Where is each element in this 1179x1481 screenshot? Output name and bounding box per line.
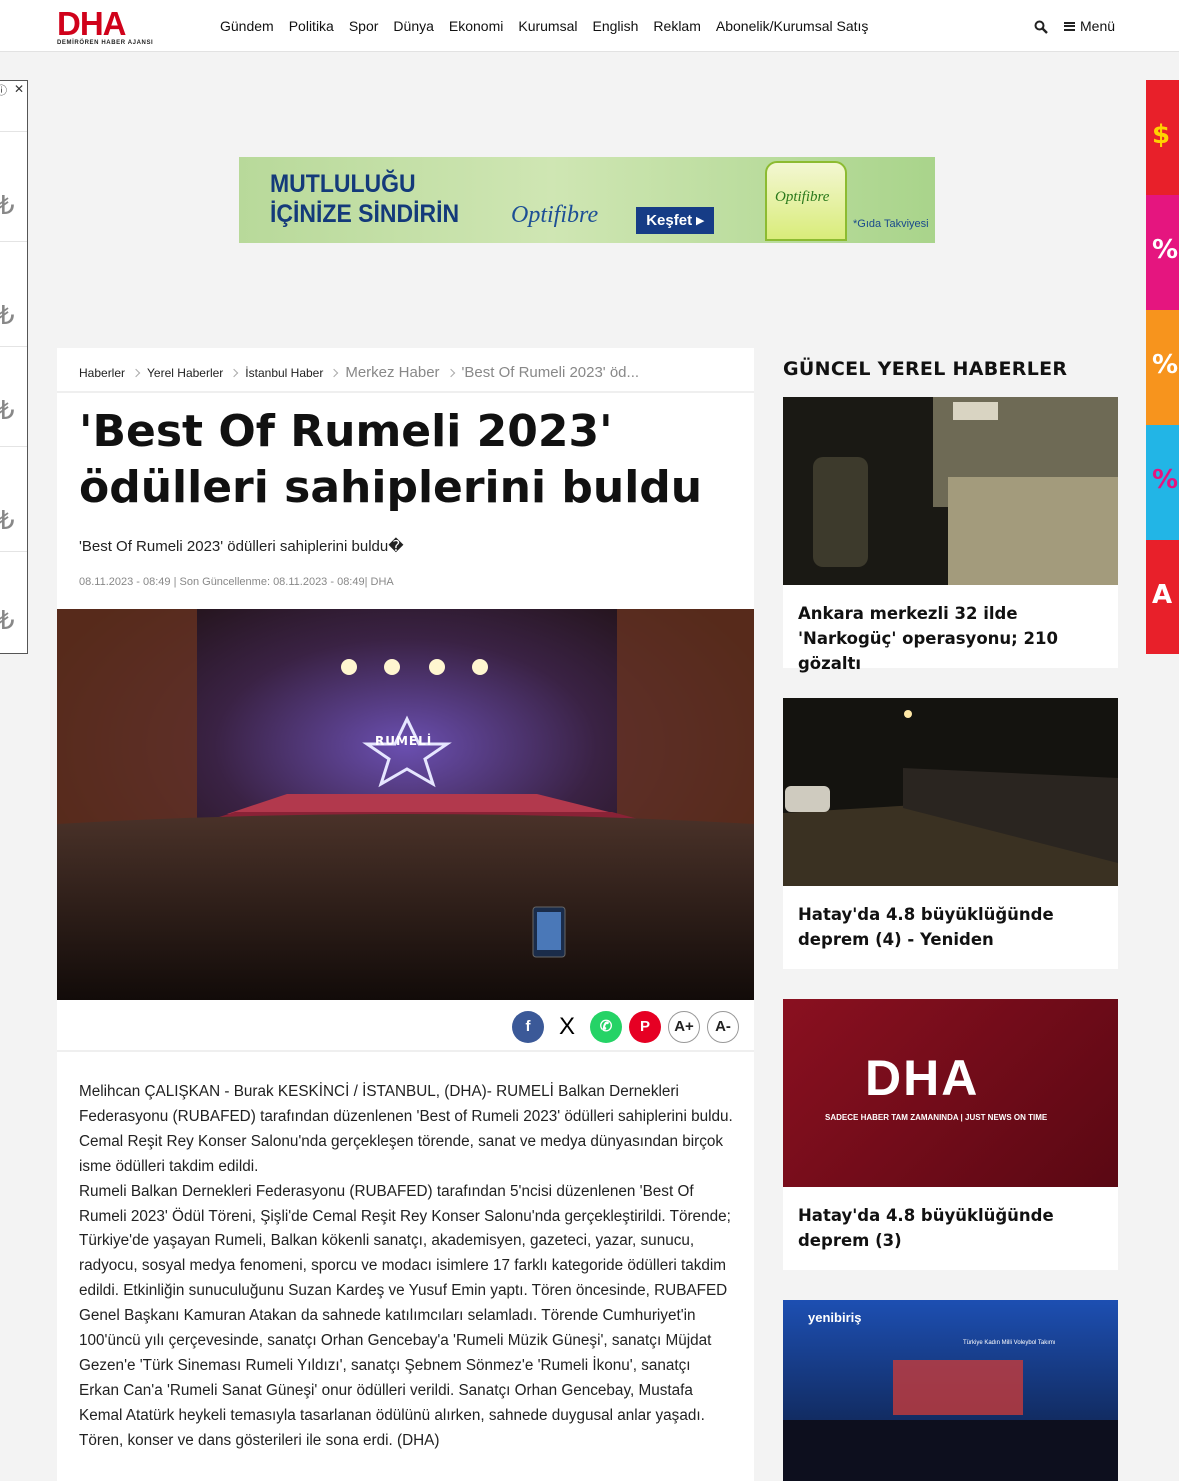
news-thumbnail xyxy=(783,397,1118,585)
banner-cta-button[interactable]: Keşfet ▸ xyxy=(636,207,714,234)
chevron-right-icon xyxy=(446,368,455,377)
nav-reklam[interactable]: Reklam xyxy=(653,18,700,34)
whatsapp-share-icon[interactable]: ✆ xyxy=(590,1011,622,1043)
ad-divider xyxy=(0,131,27,132)
font-decrease-icon[interactable]: A- xyxy=(707,1011,739,1043)
banner-brand: Optifibre xyxy=(511,202,599,228)
search-icon[interactable] xyxy=(1034,19,1050,35)
logo-subtitle: DEMİRÖREN HABER AJANSI xyxy=(57,40,154,46)
banner-note: *Gıda Takviyesi xyxy=(853,218,929,230)
menu-button[interactable]: Menü xyxy=(1064,18,1115,34)
article-meta: 08.11.2023 - 08:49 | Son Güncellenme: 08… xyxy=(79,576,394,588)
nav-gundem[interactable]: Gündem xyxy=(220,18,274,34)
sidebar-heading: GÜNCEL YEREL HABERLER xyxy=(783,358,1068,380)
news-thumbnail: yenibiriş Türkiye Kadın Milli Voleybol T… xyxy=(783,1300,1118,1481)
top-header: DHA DEMİRÖREN HABER AJANSI Gündem Politi… xyxy=(0,0,1179,52)
menu-label: Menü xyxy=(1080,18,1116,34)
pinterest-share-icon[interactable]: P xyxy=(629,1011,661,1043)
ad-divider xyxy=(0,346,27,347)
sidebar-news-item[interactable]: Ankara merkezli 32 ilde 'Narkogüç' opera… xyxy=(783,397,1118,673)
dha-thumbnail-logo: DHA xyxy=(865,1050,980,1106)
ad-info-icon[interactable]: ⓘ xyxy=(0,82,7,98)
lira-icon: ₺ xyxy=(0,191,15,220)
banner-headline-line-2: İÇİNİZE SİNDİRİN xyxy=(270,200,460,228)
ad-divider xyxy=(0,446,27,447)
banner-headline-line-1: MUTLULUĞU xyxy=(270,170,416,198)
news-thumbnail xyxy=(783,698,1118,886)
article-paragraph: Rumeli Balkan Dernekleri Federasyonu (RU… xyxy=(79,1182,731,1449)
article-title: 'Best Of Rumeli 2023' ödülleri sahipleri… xyxy=(79,406,703,513)
banner-headline: MUTLULUĞU İÇİNİZE SİNDİRİN xyxy=(270,169,459,229)
left-skyscraper-ad[interactable]: ⓘ ✕ ₺ ₺ ₺ ₺ ₺ xyxy=(0,80,28,654)
article-spot: 'Best Of Rumeli 2023' ödülleri sahipleri… xyxy=(79,538,404,555)
font-increase-icon[interactable]: A+ xyxy=(668,1011,700,1043)
share-divider xyxy=(57,1050,754,1052)
ad-divider xyxy=(0,551,27,552)
share-bar: f X ✆ P A+ A- xyxy=(512,1011,739,1043)
hamburger-icon xyxy=(1064,21,1075,31)
breadcrumb-current: 'Best Of Rumeli 2023' öd... xyxy=(461,364,640,381)
ad-tile: $ xyxy=(1146,80,1179,195)
nav-abonelik[interactable]: Abonelik/Kurumsal Satış xyxy=(716,18,869,34)
chevron-right-icon xyxy=(131,368,141,377)
breadcrumb-merkez[interactable]: Merkez Haber xyxy=(345,364,439,381)
product-jar-image: Optifibre xyxy=(765,161,847,241)
lira-icon: ₺ xyxy=(0,301,15,330)
news-title: Hatay'da 4.8 büyüklüğünde deprem (4) - Y… xyxy=(798,905,1054,949)
ad-tile: % xyxy=(1146,425,1179,540)
main-nav: Gündem Politika Spor Dünya Ekonomi Kurum… xyxy=(220,18,868,34)
ad-tile: % xyxy=(1146,195,1179,310)
sidebar-news-item[interactable]: yenibiriş Türkiye Kadın Milli Voleybol T… xyxy=(783,1300,1118,1481)
stage-sign-text: RUMELİ xyxy=(375,734,433,748)
facebook-share-icon[interactable]: f xyxy=(512,1011,544,1043)
chevron-right-icon xyxy=(230,368,239,377)
x-share-icon[interactable]: X xyxy=(551,1011,583,1043)
lira-icon: ₺ xyxy=(0,506,15,535)
breadcrumb: Haberler Yerel Haberler İstanbul Haber M… xyxy=(79,364,639,381)
breadcrumb-divider xyxy=(57,391,754,393)
nav-ekonomi[interactable]: Ekonomi xyxy=(449,18,503,34)
news-thumbnail: DHA SADECE HABER TAM ZAMANINDA | JUST NE… xyxy=(783,999,1118,1187)
ad-close-icon[interactable]: ✕ xyxy=(14,82,24,96)
dha-thumbnail-tagline: SADECE HABER TAM ZAMANINDA | JUST NEWS O… xyxy=(825,1113,1048,1122)
article-hero-image[interactable]: RUMELİ xyxy=(57,609,754,1000)
nav-politika[interactable]: Politika xyxy=(289,18,334,34)
breadcrumb-haberler[interactable]: Haberler xyxy=(79,366,125,380)
dha-logo[interactable]: DHA DEMİRÖREN HABER AJANSI xyxy=(57,5,172,47)
ad-tile: % xyxy=(1146,310,1179,425)
news-title: Hatay'da 4.8 büyüklüğünde deprem (3) xyxy=(798,1206,1054,1250)
article-body: Melihcan ÇALIŞKAN - Burak KESKİNCİ / İST… xyxy=(79,1080,734,1454)
ad-tile: A xyxy=(1146,540,1179,654)
lira-icon: ₺ xyxy=(0,396,15,425)
nav-dunya[interactable]: Dünya xyxy=(393,18,433,34)
nav-kurumsal[interactable]: Kurumsal xyxy=(518,18,577,34)
product-label: Optifibre xyxy=(775,189,830,205)
sidebar-news-item[interactable]: DHA SADECE HABER TAM ZAMANINDA | JUST NE… xyxy=(783,999,1118,1270)
nav-english[interactable]: English xyxy=(593,18,639,34)
breadcrumb-yerel[interactable]: Yerel Haberler xyxy=(147,366,223,380)
breadcrumb-istanbul[interactable]: İstanbul Haber xyxy=(245,366,323,380)
news-title: Ankara merkezli 32 ilde 'Narkogüç' opera… xyxy=(798,604,1058,673)
optifibre-banner-ad[interactable]: MUTLULUĞU İÇİNİZE SİNDİRİN Optifibre Keş… xyxy=(239,157,935,243)
nav-spor[interactable]: Spor xyxy=(349,18,379,34)
ad-divider xyxy=(0,241,27,242)
article-paragraph: Melihcan ÇALIŞKAN - Burak KESKİNCİ / İST… xyxy=(79,1083,733,1175)
chevron-right-icon xyxy=(330,368,339,377)
logo-mark: DHA xyxy=(57,5,127,42)
article-card: Haberler Yerel Haberler İstanbul Haber M… xyxy=(57,348,754,1481)
right-skyscraper-ad[interactable]: $ % % % A xyxy=(1146,80,1179,654)
lira-icon: ₺ xyxy=(0,606,15,635)
sidebar-news-item[interactable]: Hatay'da 4.8 büyüklüğünde deprem (4) - Y… xyxy=(783,698,1118,969)
